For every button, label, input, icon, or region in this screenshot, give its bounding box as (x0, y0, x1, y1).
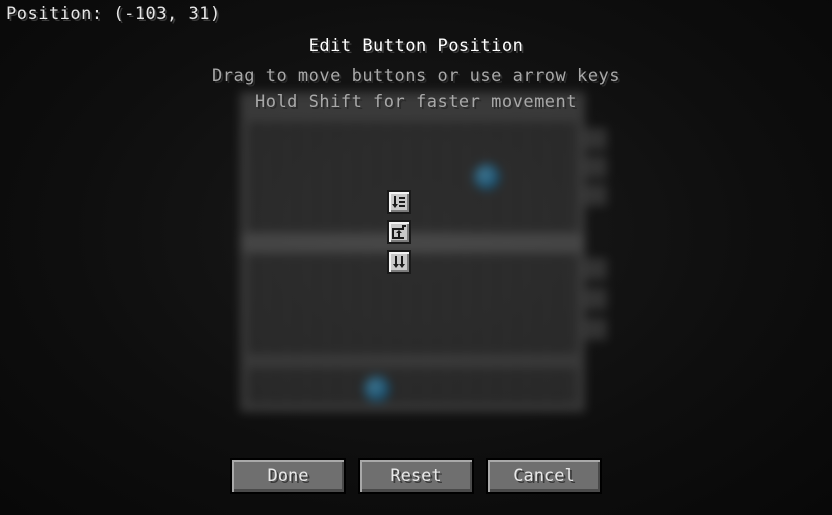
inventory-side-slot (585, 258, 607, 280)
reset-button[interactable]: Reset (358, 458, 474, 494)
inventory-upper-grid (248, 122, 577, 232)
move-all-down-button[interactable] (387, 250, 411, 274)
sort-down-icon (392, 196, 405, 208)
cancel-button[interactable]: Cancel (486, 458, 602, 494)
move-to-container-button[interactable] (387, 220, 411, 244)
page-title: Edit Button Position (308, 36, 524, 56)
inventory-side-slot (585, 288, 607, 310)
inventory-divider (240, 234, 585, 252)
double-arrow-down-icon (393, 256, 405, 268)
inventory-side-slot (585, 318, 607, 340)
move-to-container-icon (392, 225, 406, 239)
position-readout: Position: (-103, 31) (6, 4, 221, 24)
sort-button[interactable] (387, 190, 411, 214)
instructions-line-2: Hold Shift for faster movement (254, 92, 578, 112)
inventory-side-slot (585, 128, 607, 150)
done-button[interactable]: Done (230, 458, 346, 494)
item-orb-icon (474, 164, 500, 190)
inventory-hotbar (248, 368, 577, 404)
background-inventory (240, 92, 607, 412)
instructions-line-1: Drag to move buttons or use arrow keys (212, 66, 620, 86)
screen: Position: (-103, 31) Edit Button Positio… (0, 0, 832, 515)
inventory-side-slot (585, 184, 607, 206)
item-orb-icon (364, 376, 390, 402)
inventory-main-grid (248, 254, 577, 354)
inventory-side-slot (585, 156, 607, 178)
